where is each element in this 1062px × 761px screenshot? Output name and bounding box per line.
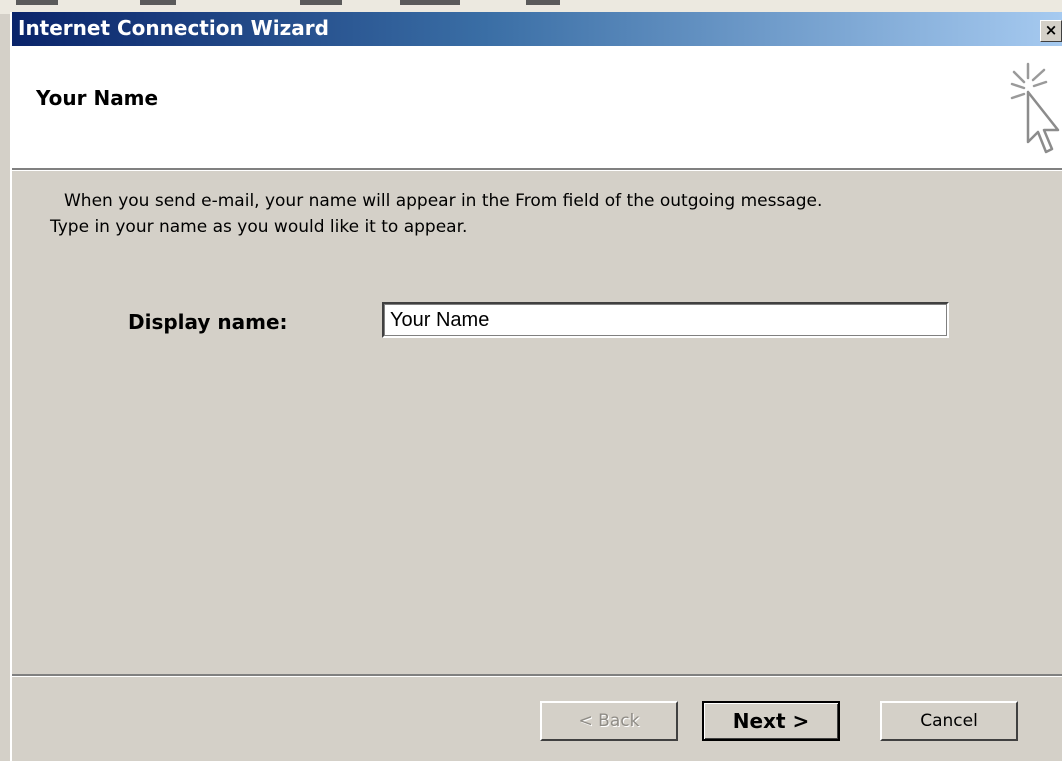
wizard-dialog: Internet Connection Wizard × Your Name W… bbox=[10, 12, 1062, 761]
instructions-text: When you send e-mail, your name will app… bbox=[50, 188, 1058, 240]
page-heading: Your Name bbox=[36, 86, 159, 110]
back-button[interactable]: < Back bbox=[540, 701, 678, 741]
wizard-cursor-icon bbox=[1010, 62, 1060, 154]
cancel-button[interactable]: Cancel bbox=[880, 701, 1018, 741]
instruction-line: When you send e-mail, your name will app… bbox=[64, 191, 823, 211]
instruction-line: Type in your name as you would like it t… bbox=[50, 217, 468, 237]
display-name-input[interactable] bbox=[382, 302, 949, 338]
window-title: Internet Connection Wizard bbox=[18, 16, 329, 40]
close-button[interactable]: × bbox=[1040, 20, 1062, 42]
wizard-header: Your Name bbox=[12, 46, 1062, 168]
next-button[interactable]: Next > bbox=[702, 701, 840, 741]
display-name-label: Display name: bbox=[128, 310, 288, 334]
title-bar[interactable]: Internet Connection Wizard × bbox=[12, 12, 1062, 46]
